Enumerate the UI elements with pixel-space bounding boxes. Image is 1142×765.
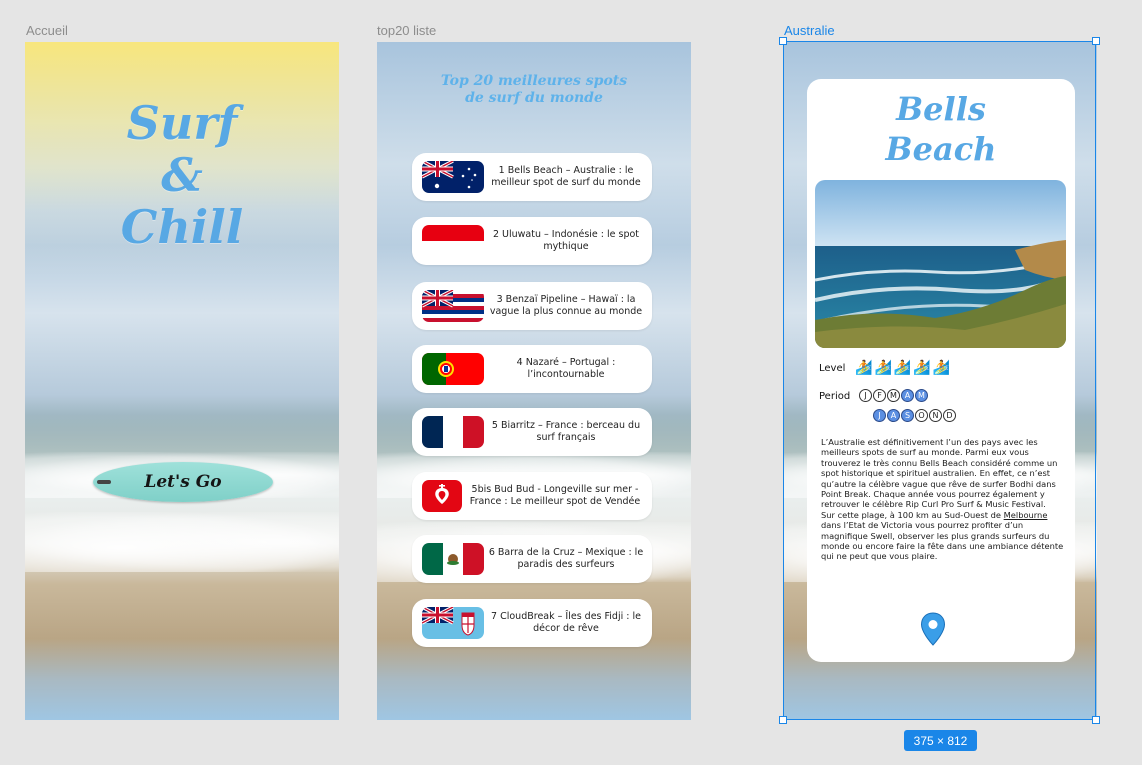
description-text: Sur cette plage, à 100 km au Sud-Ouest d… — [821, 509, 1004, 520]
wave-foam — [25, 512, 339, 572]
level-rating: 🏄 🏄 🏄 🏄 🏄 — [855, 360, 950, 376]
hawaii-flag-icon — [422, 290, 484, 322]
australia-flag-icon — [422, 161, 484, 193]
spot-text: 6 Barra de la Cruz – Mexique : le paradi… — [488, 547, 644, 570]
size-badge: 375 × 812 — [904, 730, 977, 751]
frame-accueil[interactable]: Surf & Chill Let's Go — [25, 42, 339, 720]
description-text: dans l’Etat de Victoria vous pourrez pro… — [821, 520, 1064, 562]
melbourne-link[interactable]: Melbourne — [1004, 510, 1048, 520]
spot-card[interactable]: 3 Benzaï Pipeline – Hawaï : la vague la … — [412, 282, 652, 330]
mexico-flag-icon — [422, 543, 484, 575]
surfer-icon: 🏄 — [893, 360, 912, 376]
spot-text: 1 Bells Beach – Australie : le meilleur … — [491, 165, 641, 188]
month-badge: N — [929, 409, 942, 422]
level-label: Level — [819, 363, 846, 374]
spot-title: Bells Beach — [807, 89, 1075, 169]
surfboard-fin-icon — [97, 480, 111, 484]
frame-label-australie[interactable]: Australie — [784, 23, 835, 38]
spot-card[interactable]: 1 Bells Beach – Australie : le meilleur … — [412, 153, 652, 201]
spot-card[interactable]: 2 Uluwatu – Indonésie : le spot mythique — [412, 217, 652, 265]
surfer-icon: 🏄 — [913, 360, 931, 376]
surfer-icon: 🏄 — [874, 360, 892, 376]
resize-handle[interactable] — [1092, 716, 1100, 724]
spot-text: 2 Uluwatu – Indonésie : le spot mythique — [492, 229, 640, 252]
portugal-flag-icon — [422, 353, 484, 385]
france-flag-icon — [422, 416, 484, 448]
spot-text: 5 Biarritz – France : berceau du surf fr… — [491, 420, 641, 443]
month-badge: A — [901, 389, 914, 402]
spot-detail-card: Bells Beach Level 🏄 🏄 🏄 🏄 🏄 Period J F M… — [807, 79, 1075, 662]
surfer-icon: 🏄 — [932, 360, 951, 376]
month-badge: F — [873, 389, 886, 402]
description-paragraph: L’Australie est définitivement l’un des … — [821, 437, 1058, 510]
beach-photo — [815, 180, 1066, 348]
month-badge: A — [887, 409, 900, 422]
title-line: Beach — [885, 130, 997, 168]
spot-text: 5bis Bud Bud - Longeville sur mer - Fran… — [469, 484, 641, 507]
app-title: Surf & Chill — [25, 97, 339, 253]
resize-handle[interactable] — [779, 716, 787, 724]
month-badge: J — [859, 389, 872, 402]
spot-card[interactable]: 5 Biarritz – France : berceau du surf fr… — [412, 408, 652, 456]
title-line: Bells — [896, 90, 986, 128]
spot-text: 4 Nazaré – Portugal : l’incontournable — [516, 357, 616, 380]
month-badge: M — [887, 389, 900, 402]
frame-top20[interactable]: Top 20 meilleures spots de surf du monde… — [377, 42, 691, 720]
lets-go-label: Let's Go — [144, 472, 222, 492]
months-row-1: J F M A M — [859, 389, 928, 402]
map-pin-icon[interactable] — [920, 612, 946, 650]
month-badge: J — [873, 409, 886, 422]
title-line: & — [161, 148, 203, 202]
spot-text: 3 Benzaï Pipeline – Hawaï : la vague la … — [489, 294, 643, 317]
vendee-flag-icon — [422, 480, 462, 512]
frame-label-top20[interactable]: top20 liste — [377, 23, 436, 38]
resize-handle[interactable] — [1092, 37, 1100, 45]
frame-label-accueil[interactable]: Accueil — [26, 23, 68, 38]
period-label: Period — [819, 391, 851, 402]
month-badge: O — [915, 409, 928, 422]
frame-australie[interactable]: Bells Beach Level 🏄 🏄 🏄 🏄 🏄 Period J F M… — [783, 42, 1097, 720]
list-title: Top 20 meilleures spots de surf du monde — [440, 73, 628, 106]
spot-card[interactable]: 4 Nazaré – Portugal : l’incontournable — [412, 345, 652, 393]
resize-handle[interactable] — [779, 37, 787, 45]
description-paragraph: Sur cette plage, à 100 km au Sud-Ouest d… — [821, 510, 1065, 562]
title-line: Surf — [126, 96, 238, 150]
lets-go-button[interactable]: Let's Go — [93, 462, 273, 502]
month-badge: M — [915, 389, 928, 402]
month-badge: D — [943, 409, 956, 422]
indonesia-flag-icon — [422, 225, 484, 257]
spot-card[interactable]: 5bis Bud Bud - Longeville sur mer - Fran… — [412, 472, 652, 520]
spot-card[interactable]: 6 Barra de la Cruz – Mexique : le paradi… — [412, 535, 652, 583]
spot-card[interactable]: 7 CloudBreak – Îles des Fidji : le décor… — [412, 599, 652, 647]
spot-text: 7 CloudBreak – Îles des Fidji : le décor… — [491, 611, 641, 634]
fiji-flag-icon — [422, 607, 484, 639]
title-line: Chill — [120, 200, 244, 254]
surfer-icon: 🏄 — [855, 360, 873, 376]
month-badge: S — [901, 409, 914, 422]
months-row-2: J A S O N D — [873, 409, 956, 422]
spot-description: L’Australie est définitivement l’un des … — [821, 437, 1065, 562]
